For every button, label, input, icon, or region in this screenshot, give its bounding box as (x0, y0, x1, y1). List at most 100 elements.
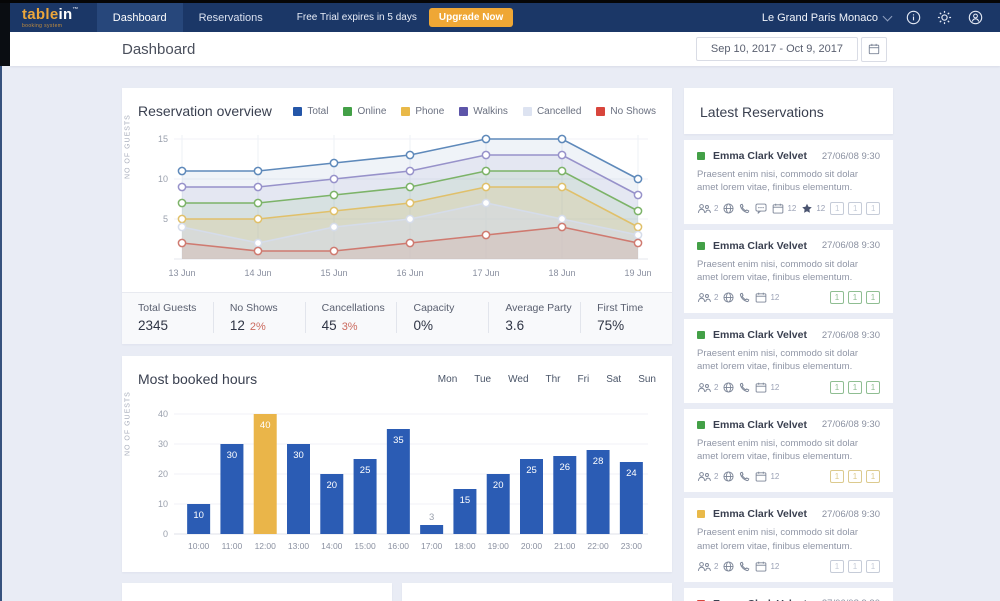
logo-part2: in (58, 5, 73, 23)
reservation-datetime: 27/06/08 9:30 (821, 508, 880, 520)
reservation-card[interactable]: Emma Clark Velvet27/06/08 9:30Praesent e… (684, 498, 893, 582)
svg-text:16:00: 16:00 (388, 541, 410, 551)
svg-text:13:00: 13:00 (288, 541, 310, 551)
table-button[interactable]: 1 (848, 380, 862, 394)
day-tab-sat[interactable]: Sat (606, 374, 621, 385)
reservation-card[interactable]: Emma Clark Velvet27/06/08 9:30Praesent e… (684, 587, 893, 601)
stat-first-time: First Time 75% (580, 302, 672, 333)
table-button[interactable]: 1 (866, 291, 880, 305)
svg-text:12:00: 12:00 (255, 541, 277, 551)
table-button[interactable]: 1 (830, 291, 844, 305)
star-icon (801, 203, 813, 214)
legend-label: Total (307, 105, 329, 117)
account-name: Le Grand Paris Monaco (761, 11, 878, 24)
svg-text:15 Jun: 15 Jun (320, 268, 347, 278)
stat-label: Capacity (413, 302, 455, 314)
table-button[interactable]: 1 (830, 559, 844, 573)
icon-count: 2 (714, 382, 719, 392)
nav-tab-dashboard[interactable]: Dashboard (96, 3, 183, 32)
stat-values: 75% (597, 318, 672, 333)
table-button[interactable]: 1 (848, 559, 862, 573)
chat-icon (755, 203, 767, 214)
guests-icon (697, 471, 711, 482)
page-header: Dashboard Sep 10, 2017 - Oct 9, 2017 (10, 32, 1000, 66)
svg-text:20: 20 (326, 480, 337, 491)
reservation-datetime: 27/06/08 9:30 (821, 150, 880, 162)
upgrade-now-button[interactable]: Upgrade Now (428, 8, 514, 27)
table-button[interactable]: 1 (848, 470, 862, 484)
legend-item-online[interactable]: Online (343, 106, 386, 117)
stat-values: 0% (413, 318, 488, 333)
day-tab-thr[interactable]: Thr (546, 374, 561, 385)
day-tab-mon[interactable]: Mon (438, 374, 457, 385)
reservation-note: Praesent enim nisi, commodo sit dolar am… (697, 437, 859, 463)
svg-text:10: 10 (158, 499, 168, 509)
reservation-card[interactable]: Emma Clark Velvet27/06/08 9:30Praesent e… (684, 408, 893, 493)
trademark-symbol: ™ (72, 6, 79, 13)
user-icon[interactable] (967, 9, 984, 26)
svg-text:11:00: 11:00 (222, 541, 243, 551)
table-button[interactable]: 1 (830, 201, 845, 215)
status-badge (697, 510, 705, 519)
reservation-note: Praesent enim nisi, commodo sit dolar am… (697, 348, 859, 373)
reservation-note: Praesent enim nisi, commodo sit dolar am… (697, 527, 859, 552)
calendar-icon (755, 292, 767, 303)
latest-reservations-panel: Latest Reservations Emma Clark Velvet 27/… (684, 88, 893, 601)
table-button[interactable]: 1 (830, 470, 844, 484)
nav-tabs: Dashboard Reservations (96, 3, 279, 32)
guests-icon (697, 561, 711, 572)
legend-swatch (459, 106, 469, 116)
stat-values: 3.6 (505, 318, 580, 333)
table-button[interactable]: 1 (866, 201, 881, 215)
table-button[interactable]: 1 (830, 380, 844, 394)
nav-tab-reservations[interactable]: Reservations (183, 3, 279, 32)
info-icon[interactable] (905, 9, 922, 26)
reservation-header: Emma Clark Velvet 27/06/08 9:30 (697, 329, 880, 341)
table-button[interactable]: 1 (866, 380, 880, 394)
status-badge (697, 152, 705, 160)
table-button[interactable]: 1 (866, 559, 880, 573)
legend-item-phone[interactable]: Phone (401, 106, 444, 117)
svg-text:28: 28 (593, 456, 604, 467)
guests-icon (697, 382, 711, 393)
stat-label: First Time (597, 302, 644, 314)
gear-icon[interactable] (936, 9, 953, 26)
account-dropdown[interactable]: Le Grand Paris Monaco (761, 11, 893, 24)
stats-row: Total Guests 2345 No Shows 12 2% Cancellation… (122, 292, 672, 344)
tablein-logo[interactable]: tablein™ booking system (10, 7, 97, 29)
guest-name: Emma Clark Velvet (713, 150, 807, 162)
reservation-overview-title: Reservation overview (138, 103, 272, 119)
content-left-edge (0, 66, 2, 601)
day-tab-wed[interactable]: Wed (508, 374, 528, 385)
legend-label: Walkins (473, 105, 508, 117)
stat-label: Cancellations (321, 302, 385, 314)
icon-count: 12 (816, 203, 826, 213)
legend-label: Phone (415, 105, 445, 117)
svg-text:16 Jun: 16 Jun (396, 268, 423, 278)
reservation-card[interactable]: Emma Clark Velvet27/06/08 9:30 Praesent e… (684, 319, 893, 403)
logo-tagline: booking system (22, 22, 63, 29)
legend-item-cancelled[interactable]: Cancelled (522, 106, 581, 117)
table-buttons: 111 (830, 559, 880, 573)
reservation-card[interactable]: Emma Clark Velvet27/06/08 9:30Praesent e… (684, 229, 893, 314)
table-button[interactable]: 1 (848, 291, 862, 305)
stat-value: 3.6 (505, 318, 525, 333)
table-button[interactable]: 1 (866, 470, 880, 484)
day-tab-fri[interactable]: Fri (578, 374, 590, 385)
date-range-picker[interactable]: Sep 10, 2017 - Oct 9, 2017 (695, 37, 858, 61)
status-badge (697, 241, 705, 250)
day-tab-tue[interactable]: Tue (474, 374, 491, 385)
day-tab-sun[interactable]: Sun (638, 374, 656, 385)
reservation-icons-row: 2 12 1 1 1 (697, 380, 880, 394)
svg-text:26: 26 (559, 462, 570, 473)
stat-label: No Shows (229, 302, 278, 314)
chart-legend: Total Online Phone Walkins Cancelled No Shows (293, 106, 656, 117)
legend-item-total[interactable]: Total (293, 106, 328, 117)
stat-extra: 3% (341, 321, 358, 333)
calendar-icon[interactable] (861, 36, 887, 62)
reservation-card[interactable]: Emma Clark Velvet27/06/08 9:30Praesent e… (684, 140, 893, 224)
table-button[interactable]: 1 (848, 201, 863, 215)
legend-label: No Shows (610, 105, 656, 117)
legend-item-walkins[interactable]: Walkins (459, 106, 508, 117)
legend-item-no-shows[interactable]: No Shows (596, 106, 656, 117)
